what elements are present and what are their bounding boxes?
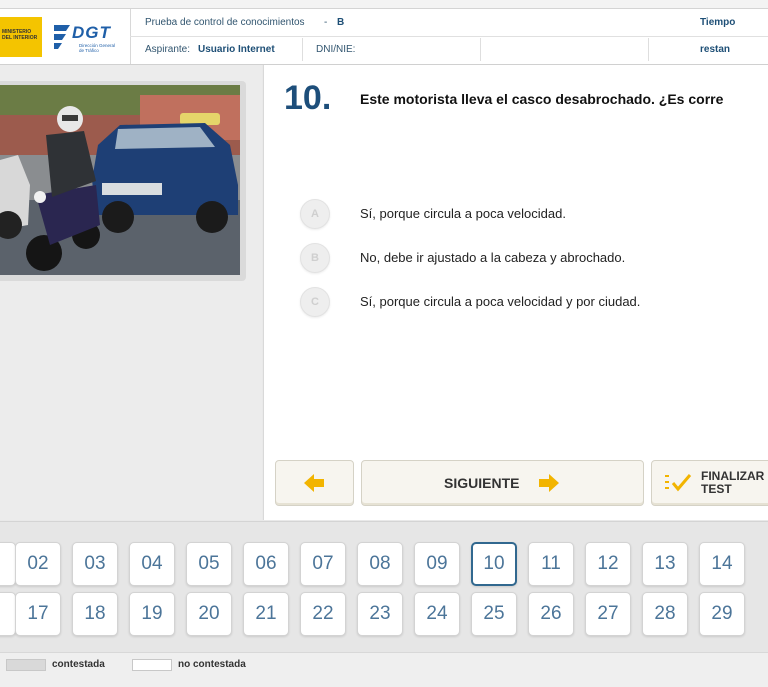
dgt-subtitle: Dirección General de Tráfico [79,43,116,53]
unanswered-swatch [132,659,172,671]
header-divider [648,38,649,61]
exam-header: MINISTERIO DEL INTERIOR DGT Dirección Ge… [0,9,768,65]
question-button-14[interactable]: 14 [699,542,745,586]
header-divider [302,38,303,61]
image-panel [0,65,262,520]
question-navigator: 02 03 04 05 06 07 08 09 10 11 12 13 14 17 18 19 20 21 22 2… [0,521,768,652]
finish-label-line1: FINALIZAR [701,469,765,483]
question-button-20[interactable]: 20 [186,592,232,636]
window-top-bar [0,0,768,9]
question-image [0,85,240,275]
question-button-partial[interactable] [0,542,16,586]
question-button-04[interactable]: 04 [129,542,175,586]
option-c-radio[interactable]: C [300,287,330,317]
dgt-emblem-icon [54,25,70,49]
finish-test-button[interactable]: FINALIZAR TEST [651,460,768,506]
header-row-applicant: Aspirante: Usuario Internet DNI/NIE: [130,36,768,63]
legend: contestada no contestada [0,652,768,687]
question-image-frame [0,81,246,281]
option-a-text: Sí, porque circula a poca velocidad. [360,206,566,221]
question-button-23[interactable]: 23 [357,592,403,636]
ministry-label: MINISTERIO DEL INTERIOR [2,29,38,41]
logo-area: MINISTERIO DEL INTERIOR DGT Dirección Ge… [0,9,131,64]
header-row-exam: Prueba de control de conocimientos - B T… [130,9,768,55]
question-button-07[interactable]: 07 [300,542,346,586]
ministry-logo: MINISTERIO DEL INTERIOR [0,17,42,57]
question-number: 10. [284,79,332,117]
question-button-12[interactable]: 12 [585,542,631,586]
question-button-26[interactable]: 26 [528,592,574,636]
finish-label-line2: TEST [701,482,732,496]
motorcyclist-photo-illustration [0,85,240,275]
next-button-label: SIGUIENTE [444,475,520,491]
question-button-08[interactable]: 08 [357,542,403,586]
question-button-25[interactable]: 25 [471,592,517,636]
time-remaining-label: Tiempo restan [700,17,736,55]
question-button-05[interactable]: 05 [186,542,232,586]
question-button-21[interactable]: 21 [243,592,289,636]
dgt-logo: DGT Dirección General de Tráfico [52,19,122,59]
option-a-radio[interactable]: A [300,199,330,229]
question-panel: 10. Este motorista lleva el casco desabr… [263,65,768,520]
dni-label: DNI/NIE: [316,44,356,55]
question-button-partial[interactable] [0,592,16,636]
question-button-09[interactable]: 09 [414,542,460,586]
question-button-28[interactable]: 28 [642,592,688,636]
question-button-18[interactable]: 18 [72,592,118,636]
question-button-13[interactable]: 13 [642,542,688,586]
dgt-label: DGT [72,23,111,42]
question-button-02[interactable]: 02 [15,542,61,586]
applicant-value: Usuario Internet [198,44,275,55]
question-button-10[interactable]: 10 [471,542,517,586]
option-b-radio[interactable]: B [300,243,330,273]
exam-separator: - [324,17,328,28]
question-button-11[interactable]: 11 [528,542,574,586]
exam-type: B [337,17,345,28]
arrow-left-icon [304,474,324,492]
legend-answered: contestada [52,659,105,670]
question-button-17[interactable]: 17 [15,592,61,636]
answered-swatch [6,659,46,671]
question-button-22[interactable]: 22 [300,592,346,636]
question-button-29[interactable]: 29 [699,592,745,636]
legend-unanswered: no contestada [178,659,246,670]
option-c-text: Sí, porque circula a poca velocidad y po… [360,294,641,309]
question-button-24[interactable]: 24 [414,592,460,636]
question-button-03[interactable]: 03 [72,542,118,586]
header-divider [480,38,481,61]
question-button-27[interactable]: 27 [585,592,631,636]
question-text: Este motorista lleva el casco desabrocha… [360,91,724,107]
option-b-text: No, debe ir ajustado a la cabeza y abroc… [360,250,626,265]
question-button-06[interactable]: 06 [243,542,289,586]
next-button[interactable]: SIGUIENTE [361,460,644,506]
applicant-label: Aspirante: [145,44,191,55]
checklist-icon [665,474,692,492]
arrow-right-icon [539,474,559,492]
exam-title: Prueba de control de conocimientos [145,17,305,28]
previous-button[interactable] [275,460,354,506]
question-button-19[interactable]: 19 [129,592,175,636]
